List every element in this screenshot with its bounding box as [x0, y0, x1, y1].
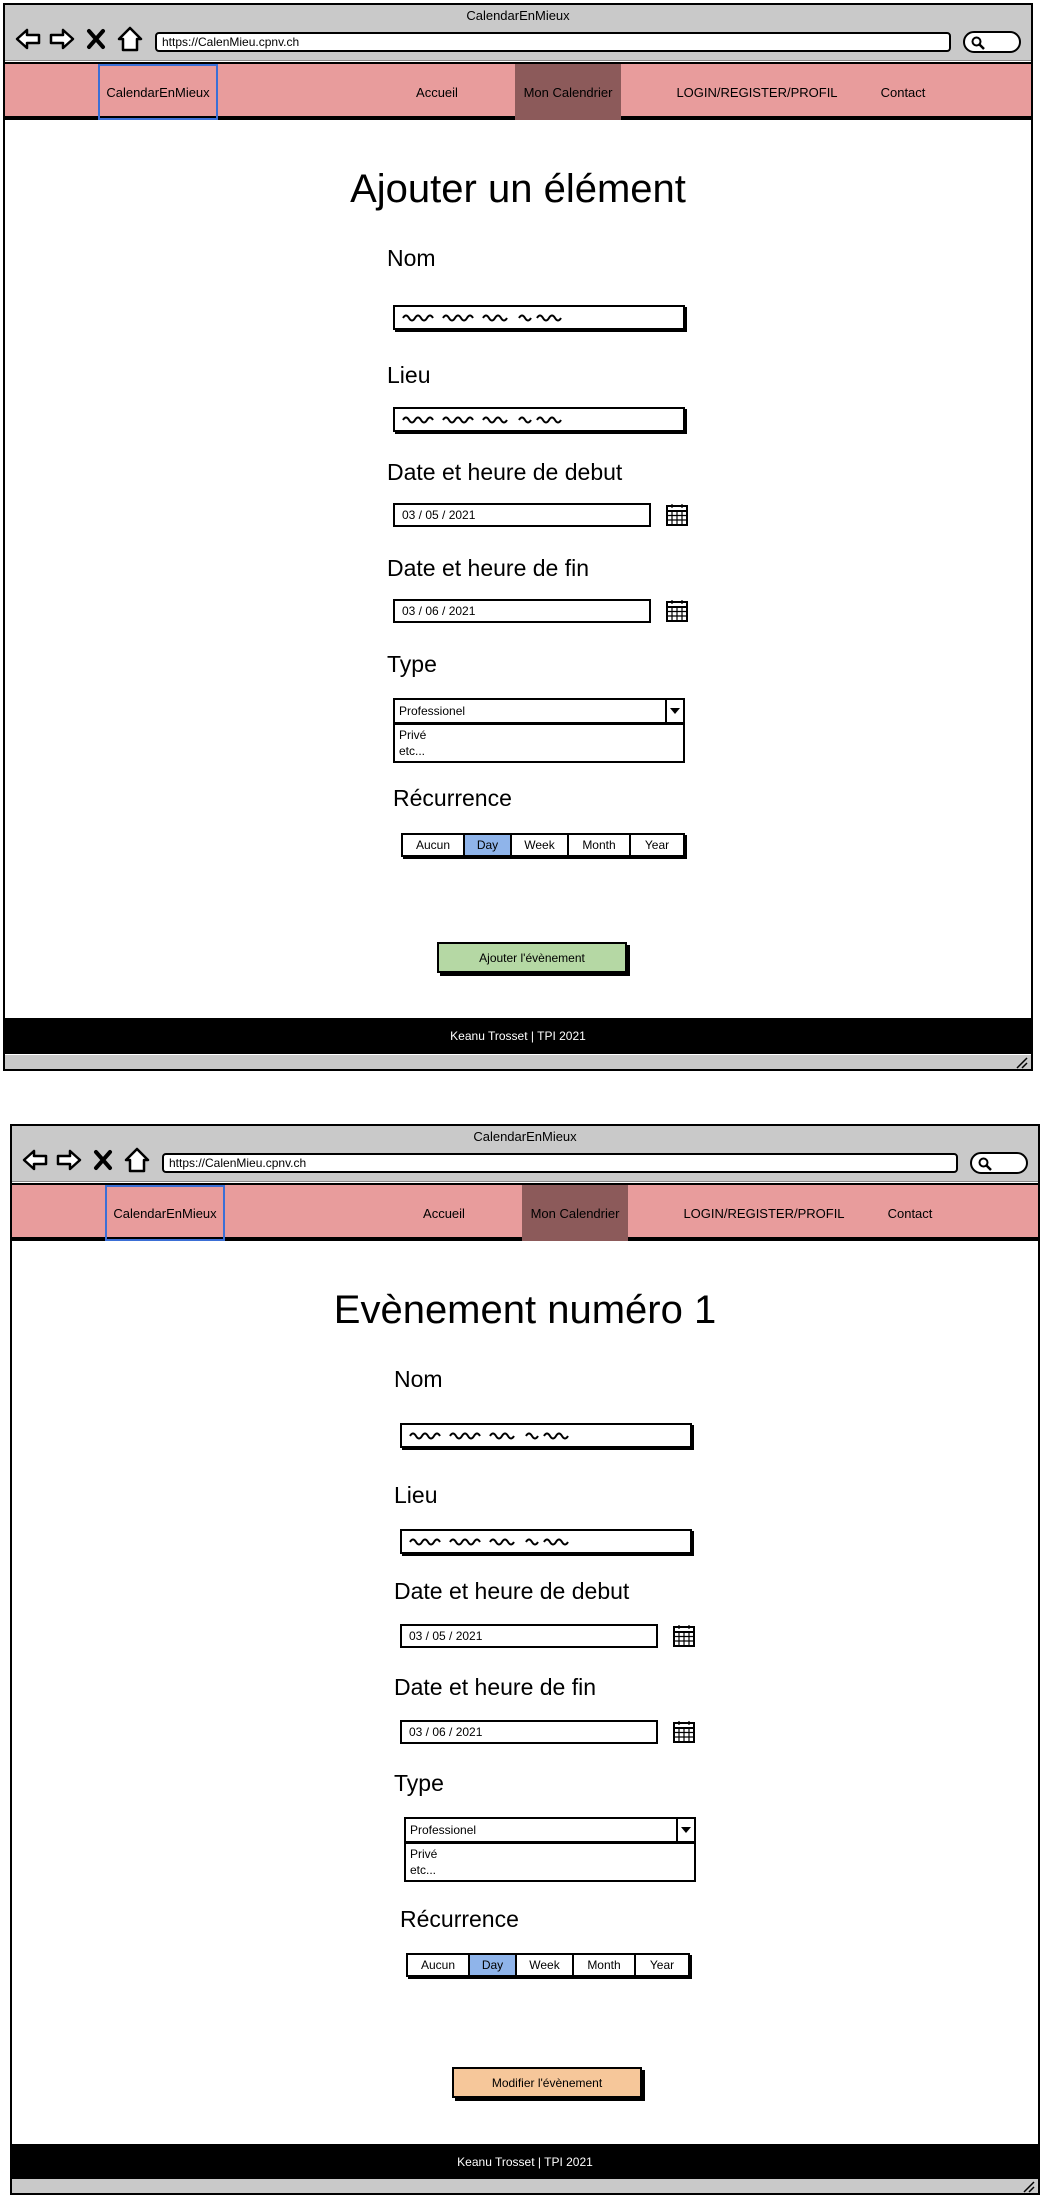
- type-option-etc[interactable]: etc...: [399, 743, 679, 759]
- lieu-input[interactable]: [393, 407, 685, 432]
- arrow-right-icon[interactable]: [54, 1146, 84, 1174]
- nav-item-contact[interactable]: Contact: [871, 64, 935, 120]
- nom-input[interactable]: [393, 305, 685, 330]
- site-navbar: CalendarEnMieux Accueil Mon Calendrier L…: [12, 1183, 1038, 1241]
- resize-grip-icon[interactable]: [1015, 1057, 1029, 1069]
- url-bar[interactable]: https://CalenMieu.cpnv.ch: [155, 32, 951, 52]
- type-label: Type: [394, 1770, 444, 1796]
- date-debut-input[interactable]: 03 / 05 / 2021: [393, 503, 651, 527]
- calendar-icon[interactable]: [672, 1720, 696, 1744]
- recurrence-option-week[interactable]: Week: [517, 1955, 574, 1975]
- type-dropdown-list: Privé etc...: [404, 1843, 696, 1882]
- page-title: Ajouter un élément: [350, 167, 686, 211]
- site-navbar: CalendarEnMieux Accueil Mon Calendrier L…: [5, 62, 1031, 120]
- type-option-prive[interactable]: Privé: [399, 727, 679, 743]
- browser-status-bar: [12, 2179, 1038, 2193]
- browser-nav-buttons: [13, 25, 145, 53]
- add-event-button[interactable]: Ajouter l'évènement: [437, 942, 627, 973]
- type-label: Type: [387, 651, 437, 677]
- date-debut-label: Date et heure de debut: [387, 459, 623, 485]
- browser-chrome: CalendarEnMieux https://CalenMieu.cpnv.c…: [12, 1126, 1038, 1182]
- site-footer: Keanu Trosset | TPI 2021: [5, 1018, 1031, 1054]
- arrow-left-icon[interactable]: [20, 1146, 50, 1174]
- browser-status-bar: [5, 1055, 1031, 1069]
- browser-window: CalendarEnMieux https://CalenMieu.cpnv.c…: [10, 1124, 1040, 2195]
- type-dropdown-list: Privé etc...: [393, 724, 685, 763]
- page-title: Evènement numéro 1: [333, 1288, 717, 1332]
- nav-brand[interactable]: CalendarEnMieux: [105, 1185, 225, 1241]
- date-fin-input[interactable]: 03 / 06 / 2021: [400, 1720, 658, 1744]
- nav-item-mon-calendrier[interactable]: Mon Calendrier: [522, 1185, 628, 1241]
- edit-event-button[interactable]: Modifier l'évènement: [452, 2067, 642, 2098]
- recurrence-option-week[interactable]: Week: [512, 835, 569, 855]
- recurrence-segmented-control: Aucun Day Week Month Year: [401, 833, 685, 857]
- browser-search-button[interactable]: [970, 1152, 1028, 1174]
- lieu-label: Lieu: [394, 1482, 438, 1508]
- date-fin-input[interactable]: 03 / 06 / 2021: [393, 599, 651, 623]
- date-fin-label: Date et heure de fin: [394, 1674, 597, 1700]
- nav-item-login[interactable]: LOGIN/REGISTER/PROFIL: [676, 1185, 852, 1241]
- chevron-down-icon[interactable]: [665, 700, 683, 722]
- nav-item-accueil[interactable]: Accueil: [404, 1185, 484, 1241]
- nav-brand[interactable]: CalendarEnMieux: [98, 64, 218, 120]
- type-selected-value: Professionel: [410, 1823, 477, 1837]
- arrow-right-icon[interactable]: [47, 25, 77, 53]
- nav-item-login[interactable]: LOGIN/REGISTER/PROFIL: [669, 64, 845, 120]
- lieu-label: Lieu: [387, 362, 431, 388]
- close-icon[interactable]: [88, 1146, 118, 1174]
- browser-chrome: CalendarEnMieux https://CalenMieu.cpnv.c…: [5, 5, 1031, 61]
- recurrence-option-day[interactable]: Day: [465, 835, 512, 855]
- resize-grip-icon[interactable]: [1022, 2181, 1036, 2193]
- date-debut-label: Date et heure de debut: [394, 1578, 630, 1604]
- placeholder-scribble-icon: [409, 1432, 569, 1440]
- nav-item-accueil[interactable]: Accueil: [397, 64, 477, 120]
- nav-item-mon-calendrier[interactable]: Mon Calendrier: [515, 64, 621, 120]
- close-icon[interactable]: [81, 25, 111, 53]
- chevron-down-icon[interactable]: [676, 1819, 694, 1841]
- calendar-icon[interactable]: [672, 1624, 696, 1648]
- browser-nav-buttons: [20, 1146, 152, 1174]
- recurrence-option-aucun[interactable]: Aucun: [403, 835, 465, 855]
- type-select[interactable]: Professionel: [404, 1817, 696, 1843]
- window-title: CalendarEnMieux: [466, 8, 570, 23]
- nom-label: Nom: [394, 1366, 443, 1392]
- arrow-left-icon[interactable]: [13, 25, 43, 53]
- browser-window: CalendarEnMieux https://CalenMieu.cpnv.c…: [3, 3, 1033, 1071]
- url-bar[interactable]: https://CalenMieu.cpnv.ch: [162, 1153, 958, 1173]
- browser-search-button[interactable]: [963, 31, 1021, 53]
- home-icon[interactable]: [115, 25, 145, 53]
- recurrence-label: Récurrence: [400, 1906, 519, 1932]
- recurrence-option-month[interactable]: Month: [574, 1955, 636, 1975]
- type-option-etc[interactable]: etc...: [410, 1862, 690, 1878]
- recurrence-label: Récurrence: [393, 785, 512, 811]
- placeholder-scribble-icon: [409, 1538, 569, 1546]
- lieu-input[interactable]: [400, 1529, 692, 1554]
- recurrence-option-aucun[interactable]: Aucun: [408, 1955, 470, 1975]
- nom-label: Nom: [387, 245, 436, 271]
- search-icon: [978, 1157, 992, 1171]
- nav-item-contact[interactable]: Contact: [878, 1185, 942, 1241]
- home-icon[interactable]: [122, 1146, 152, 1174]
- recurrence-option-year[interactable]: Year: [631, 835, 683, 855]
- recurrence-segmented-control: Aucun Day Week Month Year: [406, 1953, 690, 1977]
- placeholder-scribble-icon: [402, 416, 562, 424]
- date-fin-label: Date et heure de fin: [387, 555, 590, 581]
- calendar-icon[interactable]: [665, 503, 689, 527]
- recurrence-option-year[interactable]: Year: [636, 1955, 688, 1975]
- type-option-prive[interactable]: Privé: [410, 1846, 690, 1862]
- nom-input[interactable]: [400, 1423, 692, 1448]
- type-selected-value: Professionel: [399, 704, 466, 718]
- window-title: CalendarEnMieux: [473, 1129, 577, 1144]
- type-select[interactable]: Professionel: [393, 698, 685, 724]
- search-icon: [971, 36, 985, 50]
- date-debut-input[interactable]: 03 / 05 / 2021: [400, 1624, 658, 1648]
- site-footer: Keanu Trosset | TPI 2021: [12, 2144, 1038, 2180]
- calendar-icon[interactable]: [665, 599, 689, 623]
- placeholder-scribble-icon: [402, 314, 562, 322]
- recurrence-option-day[interactable]: Day: [470, 1955, 517, 1975]
- recurrence-option-month[interactable]: Month: [569, 835, 631, 855]
